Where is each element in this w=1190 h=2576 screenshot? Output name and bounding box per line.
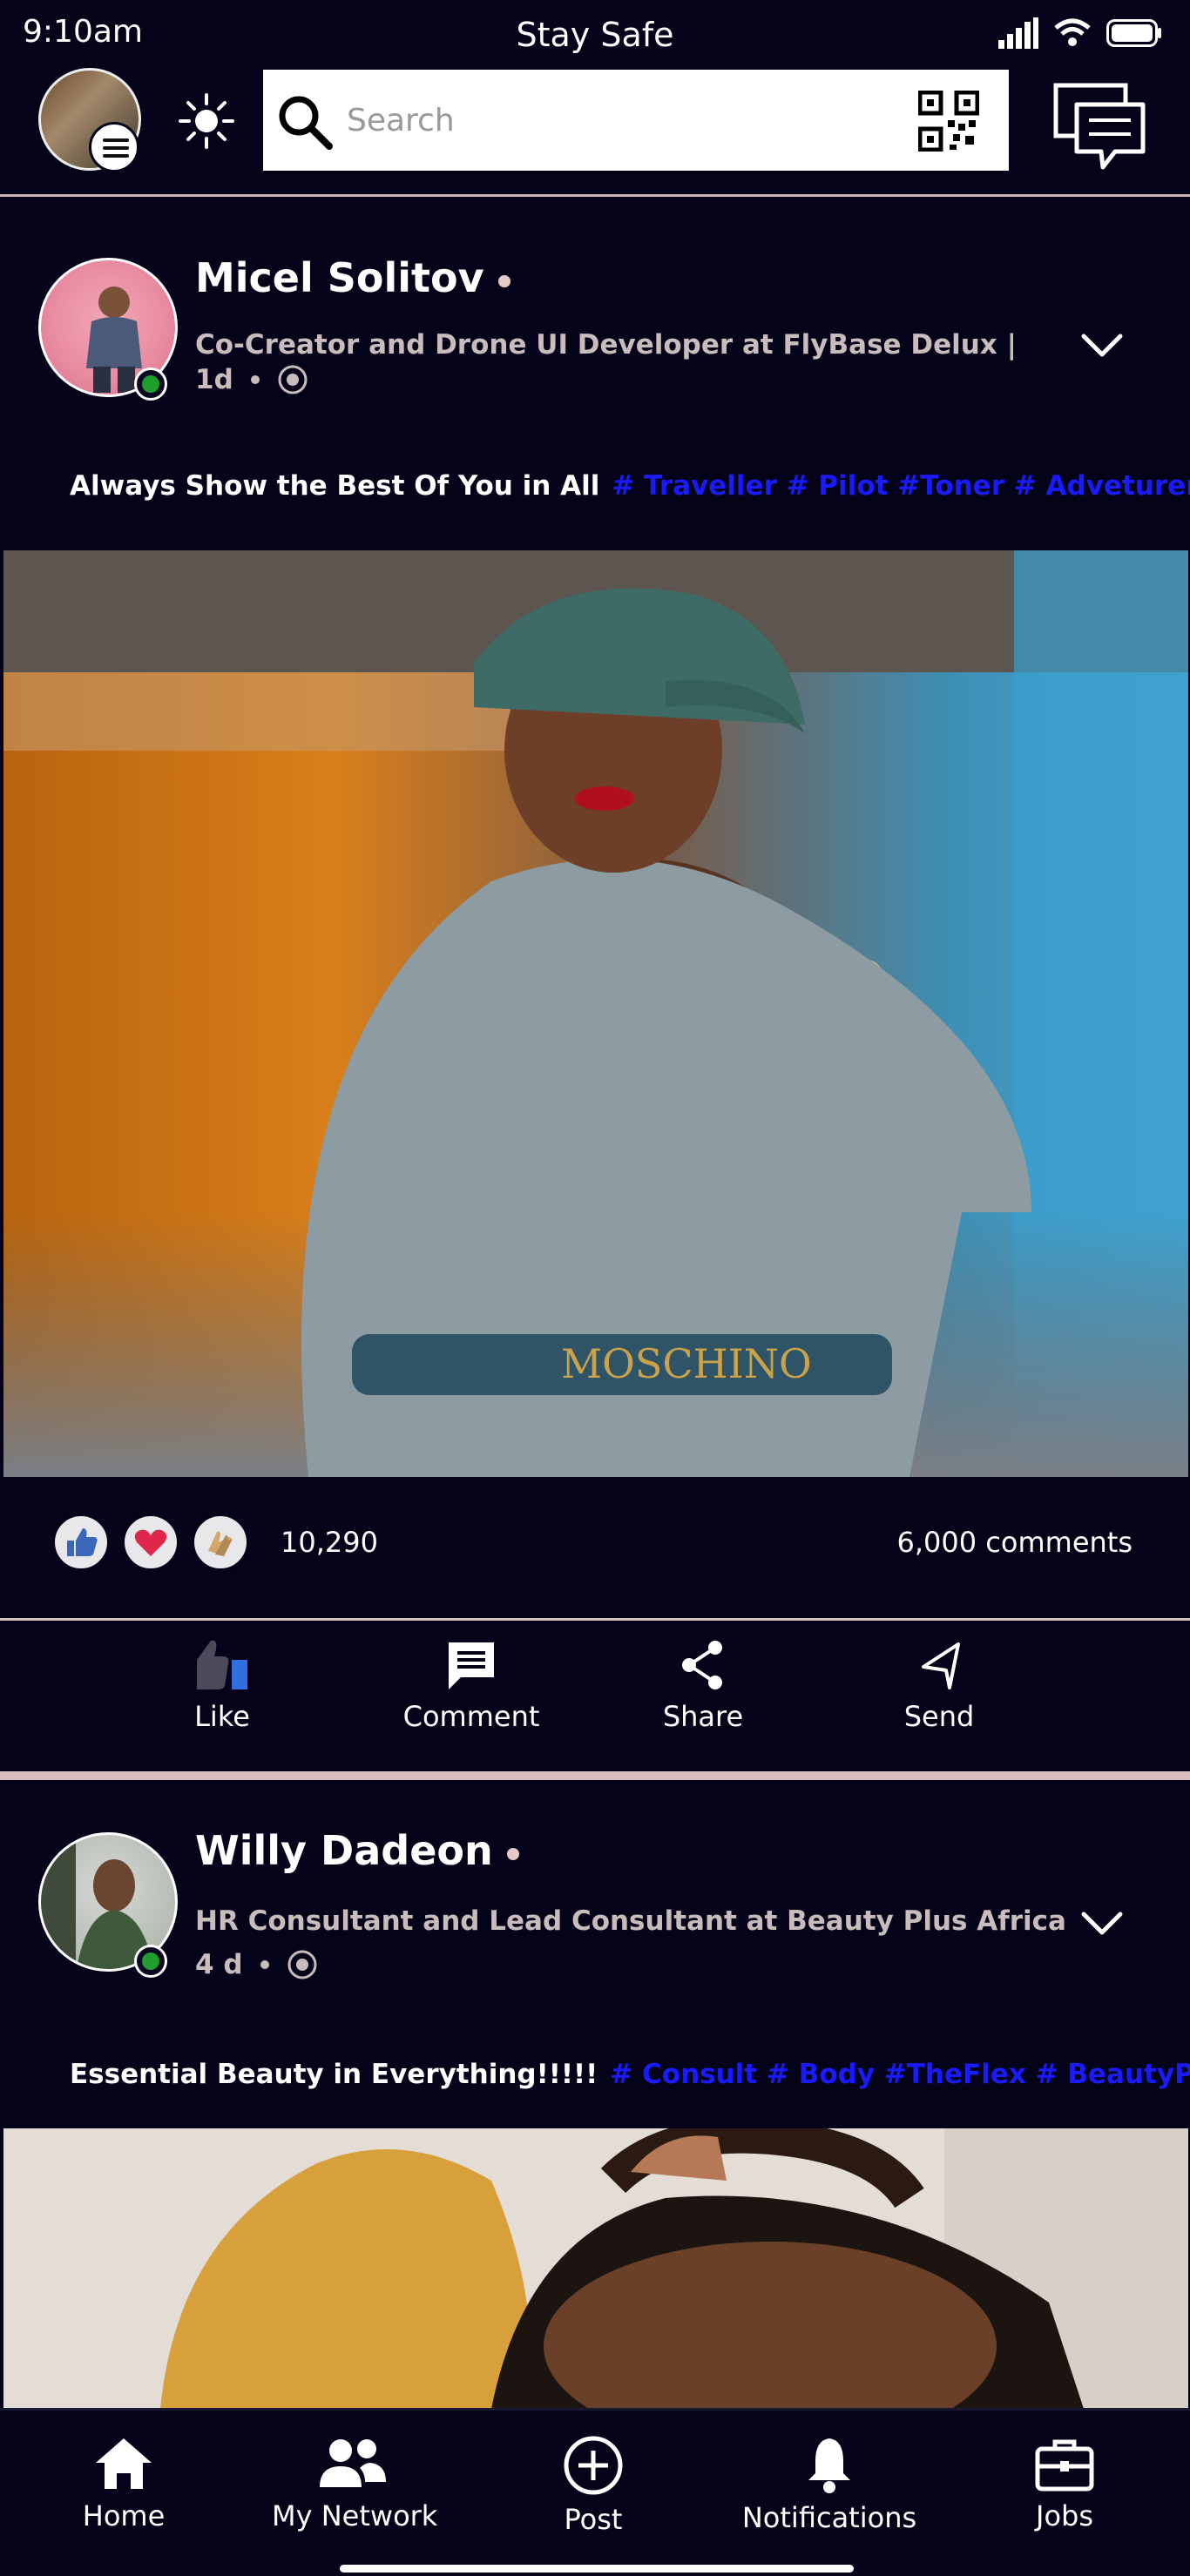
briefcase-icon — [1035, 2439, 1094, 2492]
nav-my-network-label: My Network — [272, 2499, 438, 2532]
comment-label: Comment — [402, 1700, 540, 1733]
people-icon — [320, 2439, 386, 2487]
like-button[interactable]: Like — [174, 1637, 270, 1733]
nav-my-network[interactable]: My Network — [272, 2435, 438, 2532]
post-separator — [0, 1771, 1190, 1780]
love-reaction-icon[interactable] — [122, 1514, 179, 1571]
caption-text: Essential Beauty in Everything!!!!! — [70, 2059, 598, 2090]
nav-home[interactable]: Home — [80, 2435, 167, 2532]
post-author-name[interactable]: Willy Dadeon — [195, 1827, 519, 1874]
nav-home-label: Home — [82, 2499, 166, 2532]
comment-icon — [449, 1642, 494, 1689]
post-photo: MOSCHINO — [3, 550, 1188, 1477]
connection-dot — [497, 274, 510, 287]
chat-icon[interactable] — [1052, 82, 1150, 172]
share-button[interactable]: Share — [655, 1637, 751, 1733]
bottom-navigation: Home My Network Post Notifications Jobs — [0, 2408, 1190, 2576]
post-meta: 1d — [195, 364, 308, 395]
top-header — [0, 66, 1190, 197]
chevron-down-icon[interactable] — [1080, 333, 1124, 359]
author-name-text: Willy Dadeon — [195, 1827, 493, 1874]
visibility-icon — [278, 365, 308, 394]
nav-notifications[interactable]: Notifications — [740, 2435, 918, 2534]
connection-dot — [506, 1847, 519, 1860]
celebrate-reaction-icon[interactable] — [192, 1514, 249, 1571]
post-author-headline: HR Consultant and Lead Consultant at Bea… — [195, 1905, 1066, 1937]
nav-jobs[interactable]: Jobs — [1021, 2435, 1108, 2532]
status-icons — [998, 17, 1162, 49]
menu-icon[interactable] — [89, 122, 139, 172]
visibility-icon — [287, 1950, 317, 1979]
author-name-text: Micel Solitov — [195, 254, 484, 301]
share-icon — [682, 1641, 722, 1689]
search-input[interactable] — [347, 94, 869, 146]
send-icon — [922, 1642, 960, 1689]
post-caption: Essential Beauty in Everything!!!!! # Con… — [70, 2059, 1190, 2090]
post-author-headline: Co-Creator and Drone UI Developer at Fly… — [195, 329, 1017, 361]
online-status-dot — [134, 1945, 167, 1978]
wifi-icon — [1054, 18, 1091, 46]
nav-jobs-label: Jobs — [1036, 2499, 1093, 2532]
home-icon — [96, 2438, 152, 2489]
post-author-name[interactable]: Micel Solitov — [195, 254, 510, 301]
chevron-down-icon[interactable] — [1080, 1911, 1124, 1937]
meta-separator — [260, 1960, 269, 1969]
signal-icon — [998, 17, 1038, 49]
search-icon[interactable] — [275, 92, 335, 152]
nav-post[interactable]: Post — [550, 2435, 637, 2536]
post-time: 1d — [195, 364, 233, 395]
post-meta: 4 d — [195, 1949, 318, 1980]
online-status-dot — [134, 368, 167, 401]
reaction-count[interactable]: 10,290 — [281, 1526, 378, 1559]
reactions-bar: 10,290 6,000 comments — [0, 1480, 1190, 1602]
divider — [0, 1618, 1190, 1621]
send-label: Send — [903, 1700, 975, 1733]
nav-post-label: Post — [564, 2503, 623, 2536]
svg-text:MOSCHINO: MOSCHINO — [561, 1340, 812, 1387]
bell-icon — [808, 2438, 850, 2493]
caption-text: Always Show the Best Of You in All — [70, 470, 600, 502]
share-label: Share — [662, 1700, 744, 1733]
search-bar[interactable] — [263, 70, 1009, 171]
send-button[interactable]: Send — [896, 1637, 983, 1733]
post-image[interactable]: MOSCHINO — [3, 550, 1188, 1477]
battery-icon — [1106, 19, 1161, 47]
status-bar: 9:10am Stay Safe — [0, 0, 1190, 66]
like-label: Like — [194, 1700, 250, 1733]
post-caption: Always Show the Best Of You in All # Trav… — [70, 470, 1190, 502]
post-time: 4 d — [195, 1949, 243, 1980]
like-reaction-icon[interactable] — [52, 1514, 110, 1571]
comment-button[interactable]: Comment — [389, 1637, 554, 1733]
thumbs-up-icon — [197, 1640, 247, 1689]
sun-icon[interactable] — [178, 92, 235, 150]
post-photo — [3, 2128, 1188, 2409]
home-indicator — [340, 2565, 854, 2573]
hashtags[interactable]: # Traveller # Pilot #Toner # Adveturer — [612, 470, 1190, 502]
post-image[interactable] — [3, 2128, 1188, 2409]
qr-code-icon[interactable] — [918, 91, 979, 152]
meta-separator — [250, 375, 260, 384]
nav-notifications-label: Notifications — [741, 2501, 917, 2534]
add-circle-icon — [564, 2436, 623, 2495]
hashtags[interactable]: # Consult # Body #TheFlex # BeautyPlus — [610, 2059, 1190, 2090]
comments-count[interactable]: 6,000 comments — [897, 1526, 1133, 1559]
